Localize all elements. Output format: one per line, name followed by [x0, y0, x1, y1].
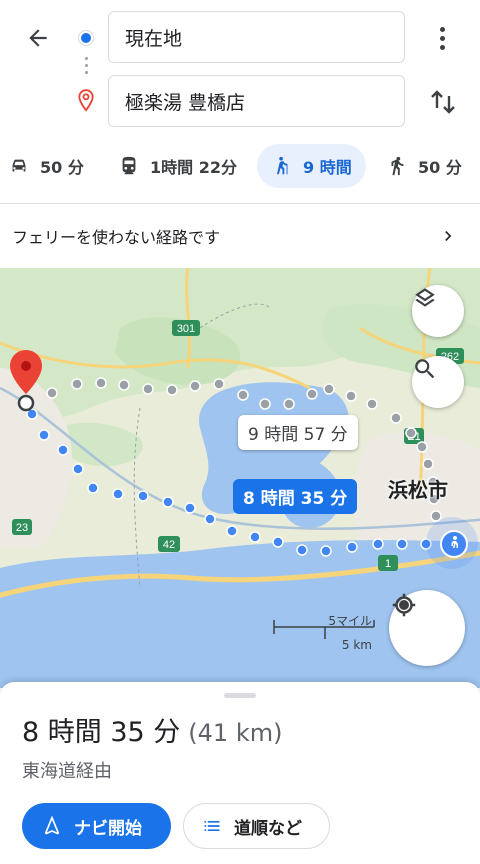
- route-duration-value: 8 時間 35 分: [22, 717, 181, 748]
- train-icon: [118, 155, 140, 177]
- route-dot: [72, 463, 84, 475]
- more-options-icon[interactable]: [428, 22, 456, 54]
- alt-route-dot: [283, 398, 295, 410]
- route-dot: [87, 482, 99, 494]
- mode-driving-label: 50 分: [40, 158, 84, 177]
- alt-route-dot: [95, 377, 107, 389]
- alternate-route-time[interactable]: 9 時間 57 分: [238, 415, 358, 450]
- route-dot: [296, 544, 308, 556]
- travel-mode-bar: 50 分 1時間 22分 9 時間 50 分: [0, 140, 480, 192]
- alt-route-dot: [323, 383, 335, 395]
- steps-label: 道順など: [234, 818, 302, 839]
- my-location-button[interactable]: [389, 590, 465, 666]
- alt-route-dot: [213, 378, 225, 390]
- route-dot: [137, 490, 149, 502]
- route-dot: [249, 531, 261, 543]
- walking-icon: [386, 155, 408, 177]
- route-dot: [162, 496, 174, 508]
- destination-field[interactable]: 極楽湯 豊橋店: [108, 75, 405, 127]
- route-dot: [320, 545, 332, 557]
- route-dot: [226, 525, 238, 537]
- scale-miles: 5マイル: [328, 614, 372, 628]
- map-view[interactable]: 301 262 E1 23 42 1 9 時間 57 分 8 時間 35 分 浜…: [0, 268, 480, 688]
- road-label-301: 301: [177, 323, 195, 335]
- alt-route-dot: [405, 427, 417, 439]
- start-point-marker: [17, 394, 35, 412]
- search-icon: [415, 359, 435, 379]
- my-location-icon: [392, 593, 416, 617]
- alt-route-dot: [237, 389, 249, 401]
- mode-hiking[interactable]: 9 時間: [257, 144, 366, 188]
- route-dot: [346, 541, 358, 553]
- route-distance: (41 km): [188, 719, 283, 747]
- alt-route-dot: [189, 380, 201, 392]
- route-summary-sheet[interactable]: 8 時間 35 分 (41 km) 東海道経由 ナビ開始 道順など: [0, 682, 480, 864]
- route-duration: 8 時間 35 分 (41 km): [22, 710, 282, 749]
- mode-driving[interactable]: 50 分: [8, 144, 84, 188]
- alt-route-dot: [306, 388, 318, 400]
- destination-pin-icon: [76, 88, 96, 118]
- route-dot: [57, 444, 69, 456]
- list-icon: [202, 816, 222, 836]
- alt-route-dot: [46, 387, 58, 399]
- mode-hiking-label: 9 時間: [303, 158, 352, 177]
- chevron-right-icon: [438, 226, 458, 250]
- route-dot: [372, 538, 384, 550]
- layers-icon: [415, 288, 435, 307]
- route-connector-dots: [84, 57, 88, 81]
- route-dot: [204, 513, 216, 525]
- route-notice-text: フェリーを使わない経路です: [12, 228, 221, 247]
- origin-dot-icon: [79, 31, 93, 45]
- selected-route-time[interactable]: 8 時間 35 分: [233, 479, 358, 514]
- route-dot: [112, 488, 124, 500]
- directions-header: 現在地 極楽湯 豊橋店: [0, 0, 480, 134]
- drag-handle[interactable]: [224, 693, 256, 698]
- swap-icon[interactable]: [425, 84, 461, 120]
- origin-field[interactable]: 現在地: [108, 11, 405, 63]
- road-label-1: 1: [385, 558, 391, 570]
- hiking-icon: [271, 155, 293, 177]
- mode-transit-label: 1時間 22分: [150, 158, 237, 177]
- alt-route-dot: [142, 383, 154, 395]
- steps-button[interactable]: 道順など: [183, 803, 330, 849]
- alt-route-dot: [430, 510, 442, 522]
- divider: [0, 203, 480, 204]
- scale-km: 5 km: [341, 638, 372, 652]
- layers-button[interactable]: [412, 285, 464, 337]
- road-label-42: 42: [163, 539, 175, 551]
- alt-route-dot: [166, 384, 178, 396]
- mode-transit[interactable]: 1時間 22分: [118, 144, 237, 188]
- alt-route-dot: [345, 390, 357, 402]
- road-label-23: 23: [16, 522, 28, 534]
- search-along-route-button[interactable]: [412, 356, 464, 408]
- route-dot: [38, 429, 50, 441]
- mode-walking[interactable]: 50 分: [386, 144, 462, 188]
- alt-route-dot: [71, 378, 83, 390]
- alt-route-dot: [416, 441, 428, 453]
- car-icon: [8, 155, 30, 177]
- alt-route-dot: [366, 398, 378, 410]
- navigation-arrow-icon: [42, 816, 62, 836]
- arrow-back-icon: [29, 29, 47, 47]
- route-notice[interactable]: フェリーを使わない経路です: [0, 208, 480, 264]
- alt-route-dot: [390, 412, 402, 424]
- mode-walking-label: 50 分: [418, 158, 462, 177]
- route-dot: [272, 536, 284, 548]
- alt-route-dot: [118, 379, 130, 391]
- route-dot: [396, 538, 408, 550]
- start-navigation-label: ナビ開始: [74, 818, 142, 839]
- city-label: 浜松市: [388, 478, 448, 502]
- alt-route-dot: [259, 398, 271, 410]
- back-button[interactable]: [18, 18, 58, 58]
- route-dot: [184, 502, 196, 514]
- start-navigation-button[interactable]: ナビ開始: [22, 803, 171, 849]
- map-scale: 5マイル 5 km: [270, 608, 380, 658]
- route-via: 東海道経由: [22, 761, 112, 782]
- alt-route-dot: [422, 458, 434, 470]
